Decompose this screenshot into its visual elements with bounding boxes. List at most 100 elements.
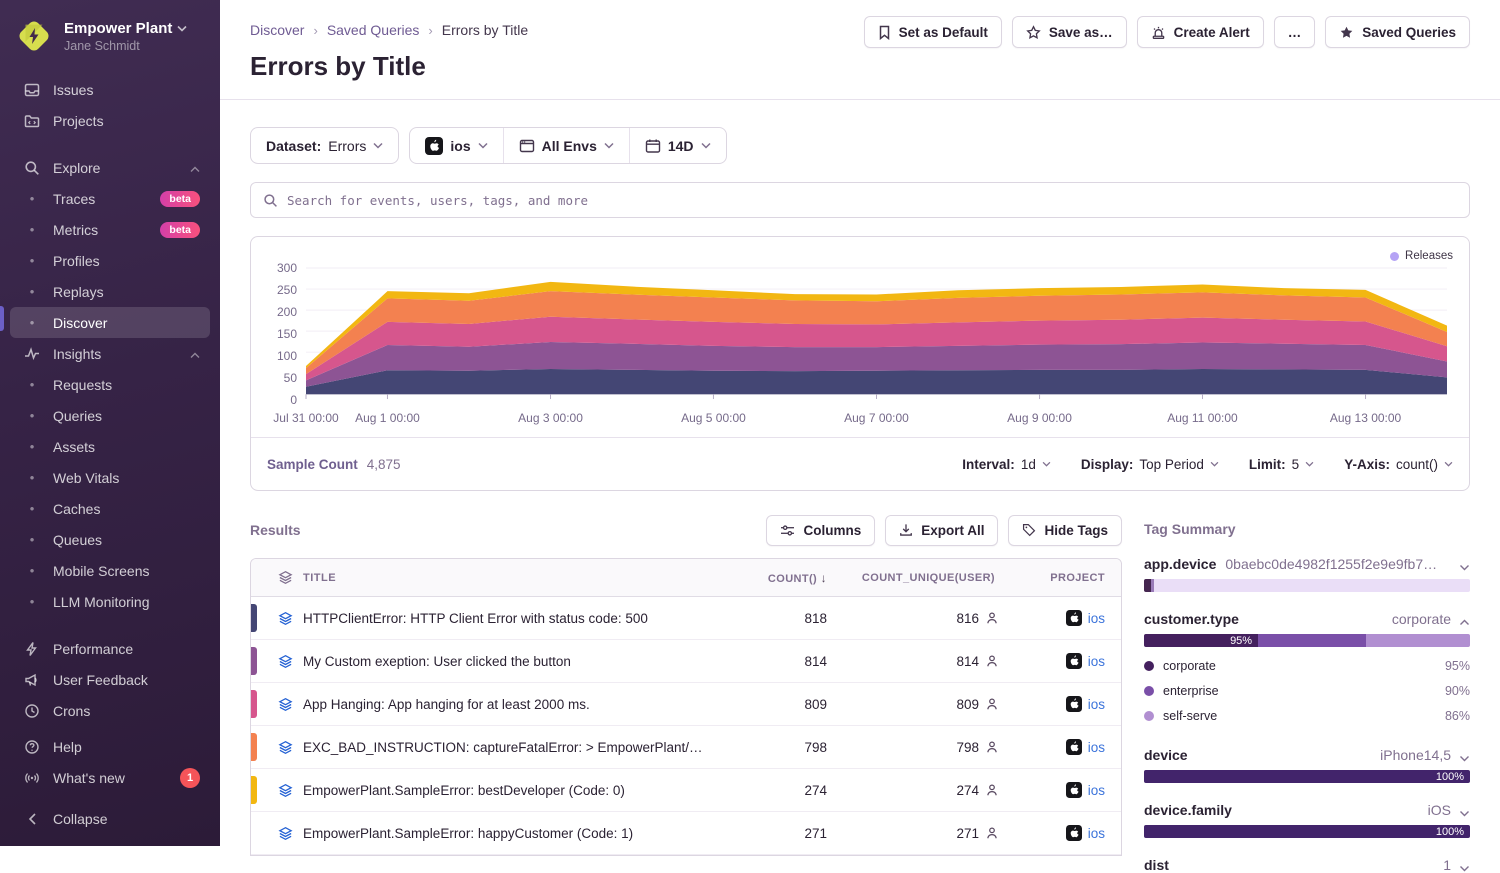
error-title[interactable]: EmpowerPlant.SampleError: bestDeveloper … [303,783,721,798]
tag-breakdown-row[interactable]: enterprise 90% [1144,678,1470,703]
chevron-down-icon [604,142,614,149]
chart-card: Releases 300250200150100500 Jul 31 00:00… [250,236,1470,491]
sidebar-item[interactable]: • Replays [10,276,210,307]
column-project[interactable]: PROJECT [999,572,1121,584]
sidebar-item-user-feedback[interactable]: User Feedback [10,664,210,695]
layers-icon[interactable] [267,697,303,712]
tag-distribution-bar[interactable]: 95% [1144,634,1470,647]
sidebar-item-projects[interactable]: Projects [10,105,210,136]
chart-control-dropdown[interactable]: Limit: 5 [1249,457,1314,472]
sidebar-item[interactable]: • Discover [10,307,210,338]
bullet-icon: • [23,191,41,206]
export-all-button[interactable]: Export All [885,515,998,546]
breadcrumb-discover[interactable]: Discover [250,22,304,38]
project-link[interactable]: ios [1088,783,1105,798]
dataset-selector[interactable]: Dataset: Errors [250,127,399,164]
table-row[interactable]: EmpowerPlant.SampleError: happyCustomer … [251,812,1121,855]
sidebar-collapse-button[interactable]: Collapse [10,803,210,834]
table-row[interactable]: EXC_BAD_INSTRUCTION: captureFatalError: … [251,726,1121,769]
hide-tags-button[interactable]: Hide Tags [1008,515,1122,546]
chart-legend[interactable]: Releases [1390,250,1453,262]
tag-header[interactable]: customer.type corporate [1144,611,1470,627]
tag-header[interactable]: device.family iOS [1144,802,1470,818]
layers-icon[interactable] [267,611,303,626]
project-link[interactable]: ios [1088,611,1105,626]
events-chart[interactable]: Releases 300250200150100500 Jul 31 00:00… [251,237,1469,437]
sidebar-item-help[interactable]: Help [10,731,210,762]
tag-bar-segment: 100% [1144,825,1470,838]
tag-distribution-bar[interactable]: 100% [1144,825,1470,838]
breadcrumb-saved-queries[interactable]: Saved Queries [327,22,420,38]
chart-control-dropdown[interactable]: Display: Top Period [1081,457,1219,472]
tag-distribution-bar[interactable]: 100% [1144,770,1470,783]
columns-button[interactable]: Columns [766,515,875,546]
layers-icon[interactable] [267,826,303,841]
layers-icon[interactable] [267,783,303,798]
chart-control-dropdown[interactable]: Interval: 1d [962,457,1051,472]
sidebar-item[interactable]: • Caches [10,493,210,524]
error-title[interactable]: HTTPClientError: HTTP Client Error with … [303,611,721,626]
table-row[interactable]: EmpowerPlant.SampleError: bestDeveloper … [251,769,1121,812]
tag-breakdown-row[interactable]: corporate 95% [1144,653,1470,678]
more-options-button[interactable]: … [1274,16,1316,48]
project-link[interactable]: ios [1088,654,1105,669]
sidebar-item-crons[interactable]: Crons [10,695,210,726]
sidebar-section-explore[interactable]: Explore [10,152,210,183]
project-link[interactable]: ios [1088,740,1105,755]
sidebar-item[interactable]: • Queries [10,400,210,431]
tag-header[interactable]: dist 1 [1144,857,1470,873]
sidebar-item[interactable]: • Assets [10,431,210,462]
search-input[interactable] [287,193,1457,208]
error-title[interactable]: App Hanging: App hanging for at least 20… [303,697,721,712]
sidebar-item[interactable]: • Metrics beta [10,214,210,245]
project-cell[interactable]: ios [999,782,1121,798]
sidebar-item[interactable]: • Queues [10,524,210,555]
chart-control-dropdown[interactable]: Y-Axis: count() [1344,457,1453,472]
error-title[interactable]: EmpowerPlant.SampleError: happyCustomer … [303,826,721,841]
tag-bar-segment: 100% [1144,770,1470,783]
save-as-button[interactable]: Save as… [1012,16,1127,48]
sidebar-item-whats-new[interactable]: What's new 1 [10,762,210,793]
layers-icon[interactable] [267,654,303,669]
set-as-default-button[interactable]: Set as Default [864,16,1002,48]
project-cell[interactable]: ios [999,739,1121,755]
column-count[interactable]: COUNT() ↓ [721,571,831,585]
sidebar-item[interactable]: • LLM Monitoring [10,586,210,617]
table-row[interactable]: My Custom exeption: User clicked the but… [251,640,1121,683]
sidebar-item[interactable]: • Web Vitals [10,462,210,493]
tag-distribution-bar[interactable] [1144,579,1470,592]
project-cell[interactable]: ios [999,653,1121,669]
create-alert-button[interactable]: Create Alert [1137,16,1264,48]
chevron-down-icon [701,142,711,149]
sidebar-section-insights[interactable]: Insights [10,338,210,369]
tag-icon [1022,523,1036,537]
column-count-unique[interactable]: COUNT_UNIQUE(USER) [831,572,999,584]
table-row[interactable]: HTTPClientError: HTTP Client Error with … [251,597,1121,640]
sidebar-item[interactable]: • Mobile Screens [10,555,210,586]
tag-header[interactable]: app.device 0baebc0de4982f1255f2e9e9fb7… [1144,556,1470,572]
sidebar-item[interactable]: • Requests [10,369,210,400]
layers-icon[interactable] [267,740,303,755]
sidebar-item-performance[interactable]: Performance [10,633,210,664]
project-selector[interactable]: ios [410,128,502,163]
error-title[interactable]: EXC_BAD_INSTRUCTION: captureFatalError: … [303,740,721,755]
tag-header[interactable]: device iPhone14,5 [1144,747,1470,763]
project-cell[interactable]: ios [999,696,1121,712]
tag-breakdown-row[interactable]: self-serve 86% [1144,703,1470,728]
column-title[interactable]: TITLE [303,572,721,584]
sidebar-item-issues[interactable]: Issues [10,74,210,105]
saved-queries-button[interactable]: Saved Queries [1325,16,1470,48]
project-cell[interactable]: ios [999,825,1121,841]
project-link[interactable]: ios [1088,697,1105,712]
project-link[interactable]: ios [1088,826,1105,841]
layers-icon[interactable] [267,570,303,585]
sidebar-item[interactable]: • Traces beta [10,183,210,214]
date-range-selector[interactable]: 14D [629,128,726,163]
error-title[interactable]: My Custom exeption: User clicked the but… [303,654,721,669]
table-row[interactable]: App Hanging: App hanging for at least 20… [251,683,1121,726]
main-content: Discover › Saved Queries › Errors by Tit… [220,0,1500,846]
sidebar-item[interactable]: • Profiles [10,245,210,276]
project-cell[interactable]: ios [999,610,1121,626]
environment-selector[interactable]: All Envs [503,128,629,163]
org-switcher[interactable]: Empower Plant Jane Schmidt [0,0,220,74]
